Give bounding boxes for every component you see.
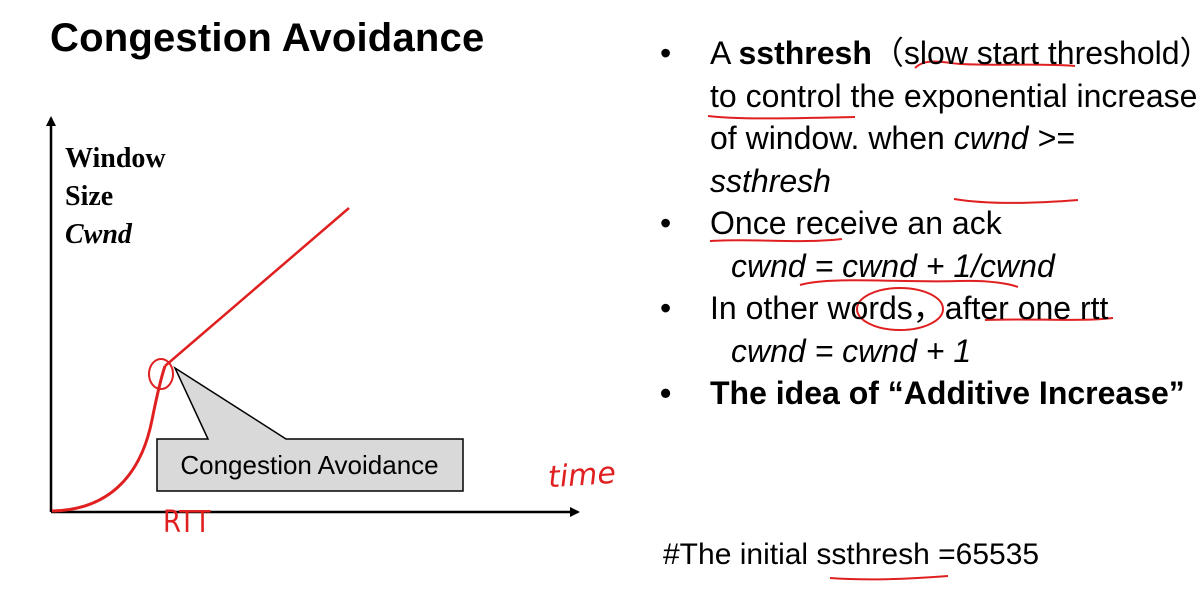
callout-label: Congestion Avoidance [180, 450, 439, 480]
bullet-4-text: The idea of “Additive Increase” [710, 375, 1185, 411]
y-label-line-2: Size [65, 181, 114, 212]
underline-footer-ssthresh [829, 575, 949, 581]
footer-note: #The initial ssthresh =65535 [663, 538, 1040, 571]
bullet-2-formula: cwnd = cwnd + 1/cwnd [731, 247, 1055, 284]
bullet-dot: • [660, 205, 672, 241]
handwritten-time-label: time [546, 455, 617, 496]
bullet-dot: • [660, 290, 672, 326]
bullet-3-formula: cwnd = cwnd + 1 [731, 332, 972, 369]
bullet-receive-ack: • Once receive an ack [660, 202, 1200, 245]
bullet-dot: • [660, 35, 672, 71]
bullet-ssthresh: • A ssthresh（slow start threshold）to con… [660, 32, 1200, 202]
slow-start-curve [51, 365, 167, 513]
congestion-avoidance-line [164, 207, 350, 367]
bullet-other-words: • In other words，after one rtt [660, 287, 1200, 330]
bullet-1-prefix: A [710, 35, 739, 71]
y-label-line-3: Cwnd [65, 219, 132, 250]
y-label-line-1: Window [65, 143, 166, 174]
handwritten-rtt-label: RTT [163, 505, 211, 541]
bullet-1-bold: ssthresh [738, 35, 872, 71]
bullet-dot: • [660, 375, 672, 411]
bullet-additive-increase: • The idea of “Additive Increase” [660, 372, 1200, 415]
bullet-2-text: Once receive an ack [710, 205, 1002, 241]
bullet-list: • A ssthresh（slow start threshold）to con… [660, 32, 1200, 415]
bullet-3-text: In other words，after one rtt [710, 290, 1109, 326]
y-axis-label: Window Size Cwnd [65, 140, 166, 254]
